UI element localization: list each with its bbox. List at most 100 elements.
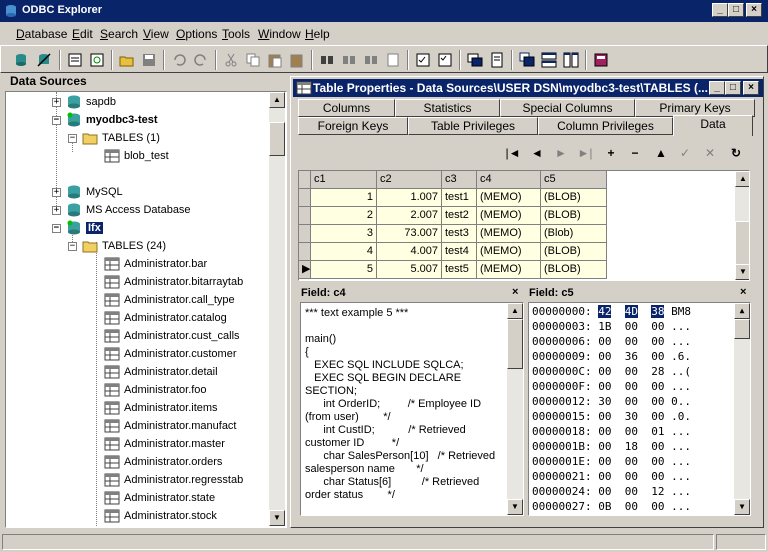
main-title-bar[interactable]: ODBC Explorer _ □ × [0,0,768,22]
grid-cell[interactable]: (BLOB) [541,207,607,225]
delete-record-button[interactable]: − [625,146,645,162]
hex-byte[interactable]: 36 [625,350,638,363]
close-icon[interactable]: × [512,286,518,298]
grid-cell[interactable]: (MEMO) [477,225,541,243]
tree-node-table[interactable]: Administrator.cust_calls [104,327,240,345]
scroll-thumb[interactable] [507,319,523,369]
grid-cell[interactable]: (MEMO) [477,189,541,207]
row-indicator[interactable] [299,189,311,207]
collapse-toggle[interactable]: − [52,223,61,233]
edit-record-button[interactable]: ▲ [651,146,671,162]
grid-cell[interactable]: 1.007 [377,189,442,207]
hex-byte[interactable]: 00 [651,335,664,348]
next-record-button[interactable]: ► [551,146,571,162]
tree-node-table[interactable]: Administrator.bar [104,255,207,273]
grid-cell[interactable]: (BLOB) [541,243,607,261]
last-record-button[interactable]: ►| [575,146,595,162]
first-record-button[interactable]: |◄ [503,146,523,162]
scroll-thumb[interactable] [734,319,750,339]
hex-byte[interactable]: 01 [651,425,664,438]
maximize-button[interactable]: □ [725,81,741,95]
hex-byte[interactable]: 38 [651,305,665,318]
checklist-icon[interactable] [413,50,433,70]
tab-data[interactable]: Data [673,115,753,136]
tree-node-table[interactable]: Administrator.customer [104,345,236,363]
column-header[interactable]: c3 [442,171,477,189]
tree-node-table[interactable]: Administrator.master [104,435,225,453]
row-indicator[interactable] [299,243,311,261]
tree-node-myodbc3-test[interactable]: − myodbc3-test [52,111,158,129]
hex-byte[interactable]: 00 [598,350,611,363]
minimize-button[interactable]: _ [712,3,728,17]
redo-icon[interactable] [191,50,211,70]
hex-byte[interactable]: 00 [625,335,638,348]
scroll-thumb[interactable] [735,221,749,265]
disconnect-icon[interactable] [34,50,54,70]
memo-vscrollbar[interactable]: ▲ ▼ [507,303,523,515]
tree-node-ifx[interactable]: − Ifx [52,219,103,237]
hex-byte[interactable]: 00 [598,335,611,348]
insert-record-button[interactable]: + [601,146,621,162]
tile-vertical-icon[interactable] [561,50,581,70]
cancel-edit-button[interactable]: ✕ [700,146,720,162]
undo-icon[interactable] [169,50,189,70]
grid-cell[interactable]: 73.007 [377,225,442,243]
tab-column-privileges[interactable]: Column Privileges [538,117,673,135]
tile-horizontal-icon[interactable] [539,50,559,70]
tree-node-table[interactable]: Administrator.tx1 [104,525,206,527]
hex-byte[interactable]: 00 [598,365,611,378]
grid-cell[interactable]: 2 [311,207,377,225]
grid-cell[interactable]: 4 [311,243,377,261]
tree-node-ms-access[interactable]: + MS Access Database [52,201,191,219]
hex-byte[interactable]: 00 [625,470,638,483]
hex-byte[interactable]: 00 [651,470,664,483]
scroll-up-button[interactable]: ▲ [507,303,523,319]
hex-byte[interactable]: 00 [651,455,664,468]
grid-cell[interactable]: 3 [311,225,377,243]
menu-search[interactable]: Search [100,27,138,41]
scroll-down-button[interactable]: ▼ [269,510,285,526]
refresh-data-button[interactable]: ↻ [726,146,746,162]
memo-field-viewer[interactable]: *** text example 5 *** main() { EXEC SQL… [300,302,524,516]
hex-byte[interactable]: 1B [598,320,611,333]
hex-byte[interactable]: 00 [598,485,611,498]
find-next-icon[interactable] [339,50,359,70]
hex-byte[interactable]: 00 [598,455,611,468]
tree-node-table[interactable]: Administrator.detail [104,363,218,381]
expand-toggle[interactable]: + [52,187,61,197]
tree-node-tables-24[interactable]: − TABLES (24) [68,237,166,255]
grid-cell[interactable]: test1 [442,189,477,207]
scroll-down-button[interactable]: ▼ [734,499,750,515]
hex-byte[interactable]: 00 [598,410,611,423]
hex-byte[interactable]: 00 [598,470,611,483]
hex-byte[interactable]: 00 [598,440,611,453]
menu-options[interactable]: Options [176,27,217,41]
menu-window[interactable]: Window [258,27,301,41]
tree-vscrollbar[interactable]: ▲ ▼ [269,92,285,526]
hex-byte[interactable]: 00 [651,320,664,333]
hex-field-viewer[interactable]: 00000000: 42 4D 38 BM8 00000003: 1B 00 00… [528,302,751,516]
column-header[interactable]: c2 [377,171,442,189]
save-icon[interactable] [139,50,159,70]
data-grid[interactable]: c1 c2 c3 c4 c5 1 1.007 test1 (MEMO) (BLOB) 2 2.007 t… [298,170,750,281]
grid-cell[interactable]: 1 [311,189,377,207]
sql-icon[interactable] [465,50,485,70]
grid-cell[interactable]: (MEMO) [477,261,541,279]
close-button[interactable]: × [743,81,759,95]
properties-icon[interactable] [65,50,85,70]
tab-table-privileges[interactable]: Table Privileges [408,117,538,135]
grid-cell[interactable]: 2.007 [377,207,442,225]
hex-byte[interactable]: 00 [625,380,638,393]
post-edit-button[interactable]: ✓ [675,146,695,162]
hex-byte[interactable]: 00 [651,380,664,393]
hex-byte[interactable]: 42 [598,305,612,318]
copy-icon[interactable] [243,50,263,70]
scroll-up-button[interactable]: ▲ [269,92,285,108]
hex-byte[interactable]: 00 [598,380,611,393]
table-properties-title-bar[interactable]: Table Properties - Data Sources\USER DSN… [293,79,763,97]
scroll-up-button[interactable]: ▲ [735,171,749,187]
open-icon[interactable] [117,50,137,70]
hex-byte[interactable]: 00 [651,395,664,408]
document-icon[interactable] [487,50,507,70]
tree-node-table[interactable]: Administrator.state [104,489,215,507]
